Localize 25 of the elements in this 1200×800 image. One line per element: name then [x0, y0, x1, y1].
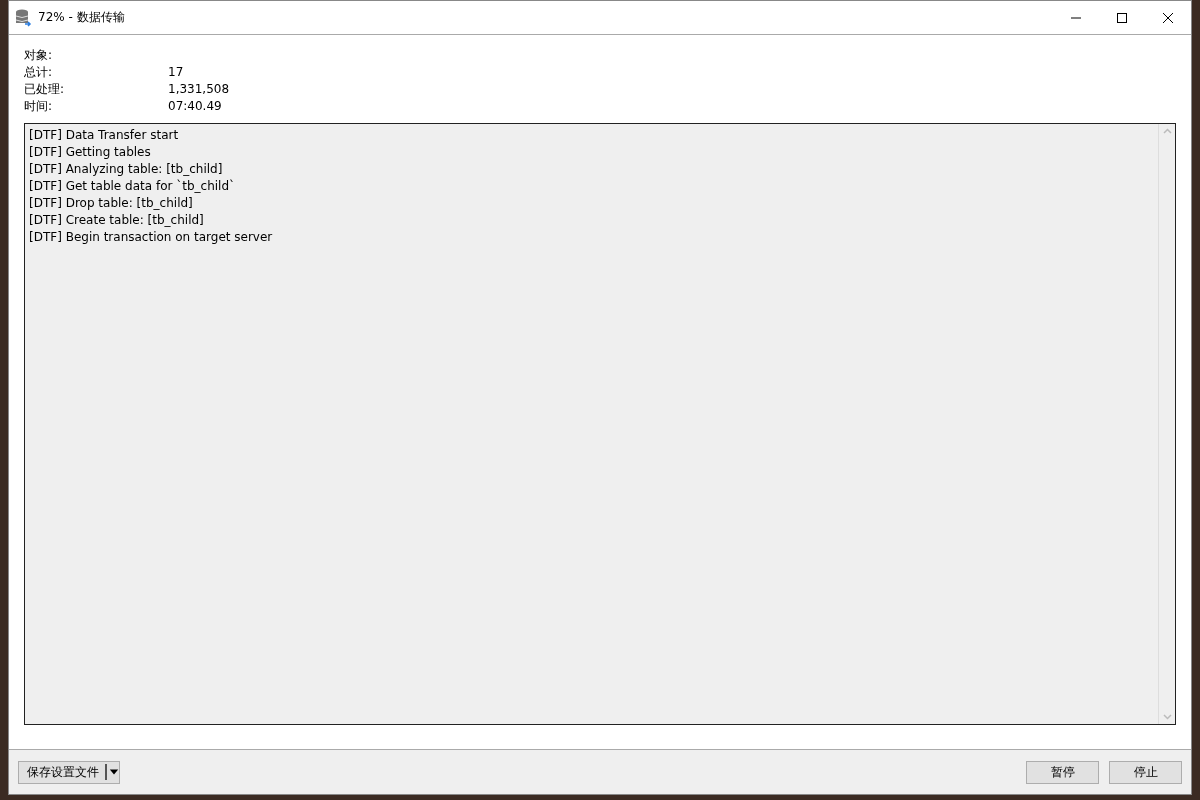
maximize-icon: [1116, 11, 1128, 24]
stat-label: 时间:: [24, 98, 54, 114]
log-line: [DTF] Begin transaction on target server: [29, 229, 274, 246]
log-line: [DTF] Get table data for `tb_child`: [29, 178, 237, 195]
close-icon: [1162, 11, 1174, 24]
log-line: [DTF] Getting tables: [29, 144, 152, 161]
caret-down-icon: [1162, 714, 1172, 720]
log-line: [DTF] Data Transfer start: [29, 127, 180, 144]
stat-value: 17: [168, 64, 185, 80]
stat-label: 总计:: [24, 64, 54, 80]
database-icon: [15, 8, 32, 27]
window-title: 72% - 数据传输: [38, 9, 126, 26]
caret-up-icon: [1162, 128, 1172, 134]
log-line: [DTF] Analyzing table: [tb_child]: [29, 161, 224, 178]
stat-label: 已处理:: [24, 81, 66, 97]
scrollbar[interactable]: [1158, 124, 1175, 724]
stat-label: 对象:: [24, 47, 54, 63]
log-line: [DTF] Create table: [tb_child]: [29, 212, 205, 229]
stat-value: 1,331,508: [168, 81, 231, 97]
stat-value: 07:40.49: [168, 98, 223, 114]
log-line: [DTF] Drop table: [tb_child]: [29, 195, 194, 212]
caret-icon: [105, 764, 119, 780]
footer-button[interactable]: 暂停: [1026, 760, 1099, 784]
save-settings-button[interactable]: 保存设置文件: [18, 760, 120, 784]
footer-button[interactable]: 停止: [1109, 760, 1182, 784]
